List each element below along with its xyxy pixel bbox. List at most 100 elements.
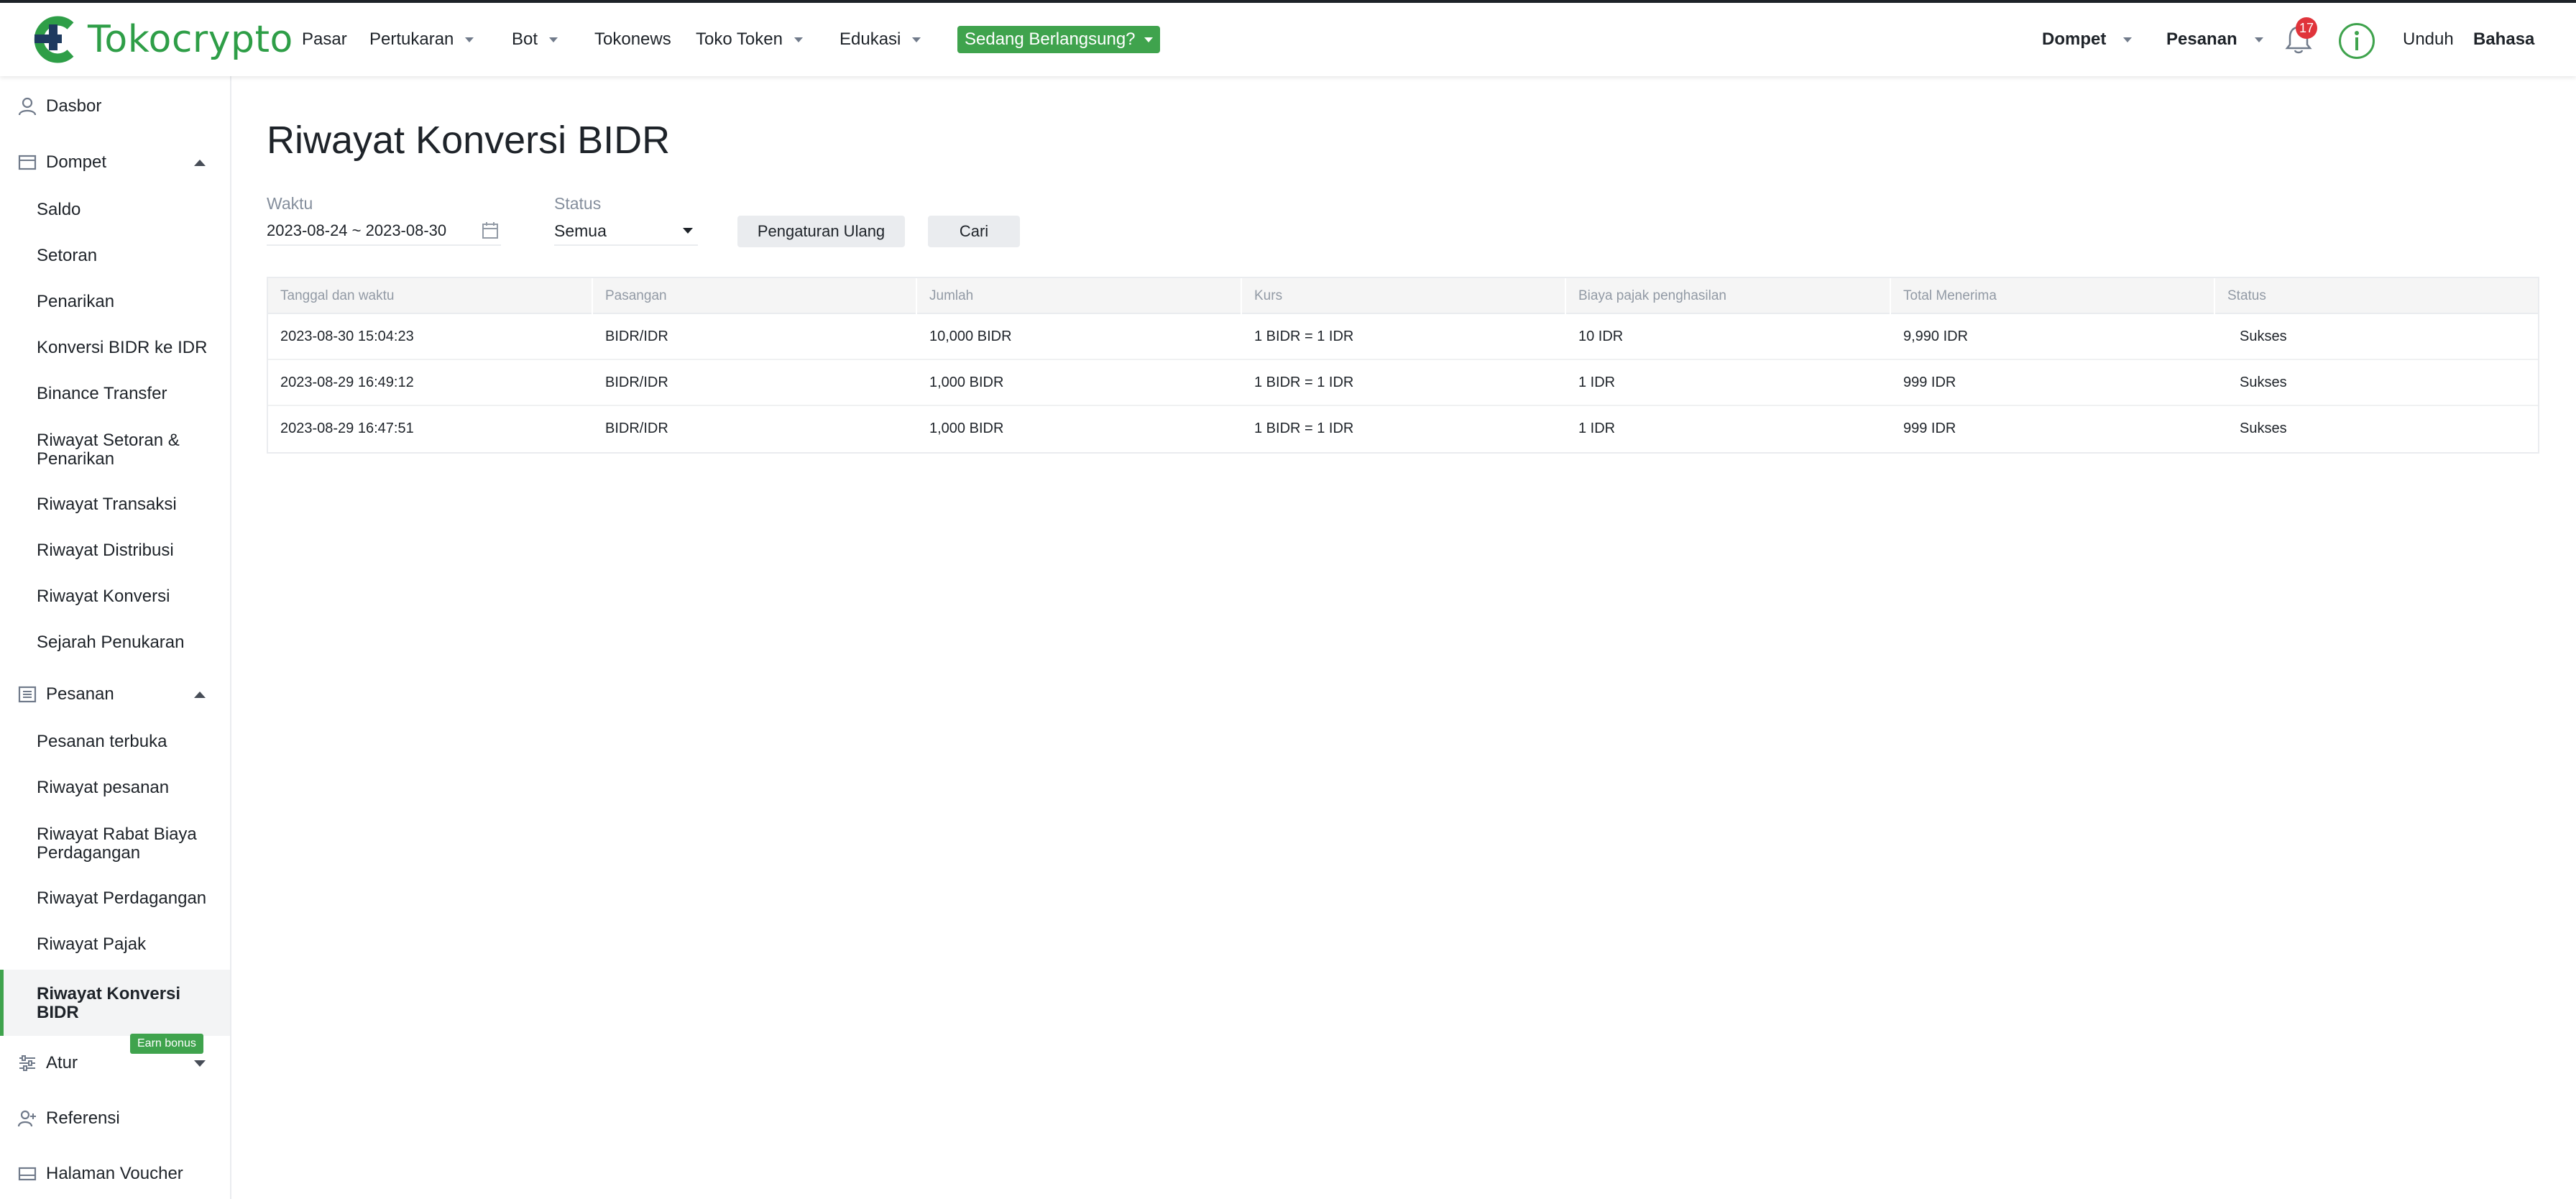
caret-down-icon [2254, 37, 2263, 42]
live-event-button[interactable]: Sedang Berlangsung? [957, 26, 1160, 53]
nav-toko-token-label: Toko Token [696, 29, 783, 49]
sidebar-item-penarikan[interactable]: Penarikan [37, 293, 114, 311]
nav-orders[interactable]: Pesanan [2166, 3, 2263, 76]
sidebar-item-label: Halaman Voucher [46, 1164, 183, 1183]
download-link[interactable]: Unduh [2403, 3, 2454, 76]
caret-down-icon [794, 37, 803, 42]
sidebar-item-riwayat-konversi-bidr[interactable]: Riwayat Konversi BIDR [37, 985, 195, 1022]
sidebar-item-label: Referensi [46, 1108, 120, 1128]
nav-toko-token[interactable]: Toko Token [696, 3, 803, 76]
caret-down-icon [683, 228, 693, 234]
cell-rate: 1 BIDR = 1 IDR [1254, 328, 1354, 344]
status-filter-label: Status [554, 194, 602, 213]
calendar-icon[interactable] [482, 221, 499, 240]
cell-tax-fee: 1 IDR [1578, 420, 1616, 436]
sidebar-item-saldo[interactable]: Saldo [37, 201, 80, 219]
date-range-input[interactable]: 2023-08-24 ~ 2023-08-30 [267, 217, 501, 246]
nav-edukasi[interactable]: Edukasi [840, 3, 921, 76]
column-header-status: Status [2227, 288, 2266, 303]
time-filter-label: Waktu [267, 194, 313, 213]
table-row: 2023-08-30 15:04:23 BIDR/IDR 10,000 BIDR… [268, 314, 2538, 360]
chevron-up-icon [194, 692, 206, 698]
nav-pasar[interactable]: Pasar [302, 3, 347, 76]
sidebar-item-binance-transfer[interactable]: Binance Transfer [37, 385, 167, 403]
notification-count-badge: 17 [2296, 17, 2317, 39]
sidebar-item-pesanan-terbuka[interactable]: Pesanan terbuka [37, 732, 167, 751]
sidebar-item-riwayat-transaksi[interactable]: Riwayat Transaksi [37, 495, 177, 514]
sidebar-group-label: Pesanan [46, 684, 114, 704]
column-header-amount: Jumlah [917, 278, 1242, 314]
user-icon [18, 97, 37, 116]
sidebar-group-label: Atur [46, 1053, 78, 1072]
table-header: Tanggal dan waktu Pasangan Jumlah Kurs B… [268, 278, 2538, 314]
nav-wallet-label: Dompet [2042, 29, 2107, 49]
live-event-label: Sedang Berlangsung? [965, 29, 1136, 49]
nav-bot-label: Bot [512, 29, 538, 49]
sidebar-item-label: Dasbor [46, 96, 102, 116]
top-navbar: Tokocrypto Pasar Pertukaran Bot Tokonews… [0, 3, 2576, 76]
cell-datetime: 2023-08-29 16:49:12 [280, 374, 414, 390]
cell-total-received: 999 IDR [1903, 420, 1956, 436]
nav-edukasi-label: Edukasi [840, 29, 901, 49]
column-header-total-received: Total Menerima [1891, 278, 2215, 314]
nav-tokonews[interactable]: Tokonews [594, 3, 671, 76]
user-avatar[interactable] [2339, 23, 2375, 59]
cell-tax-fee: 1 IDR [1578, 374, 1616, 390]
column-header-datetime: Tanggal dan waktu [268, 278, 593, 314]
sidebar-item-referral[interactable]: Referensi [0, 1103, 230, 1134]
conversion-history-table: Tanggal dan waktu Pasangan Jumlah Kurs B… [267, 277, 2539, 454]
sidebar-item-riwayat-perdagangan[interactable]: Riwayat Perdagangan [37, 889, 206, 908]
sidebar-item-setoran[interactable]: Setoran [37, 247, 97, 265]
status-select[interactable]: Semua [554, 217, 698, 246]
cell-pair: BIDR/IDR [605, 374, 668, 390]
sidebar-item-riwayat-rabat[interactable]: Riwayat Rabat Biaya Perdagangan [37, 825, 209, 863]
caret-down-icon [912, 37, 921, 42]
earn-bonus-badge: Earn bonus [130, 1034, 203, 1054]
sidebar-item-konversi-bidr-idr[interactable]: Konversi BIDR ke IDR [37, 339, 207, 357]
sidebar-item-dashboard[interactable]: Dasbor [0, 91, 230, 122]
sidebar-group-orders[interactable]: Pesanan [0, 679, 230, 710]
nav-pertukaran[interactable]: Pertukaran [369, 3, 474, 76]
date-range-value: 2023-08-24 ~ 2023-08-30 [267, 221, 447, 239]
chevron-down-icon [194, 1060, 206, 1067]
cell-pair: BIDR/IDR [605, 420, 668, 436]
page-title: Riwayat Konversi BIDR [267, 119, 671, 162]
column-header-rate: Kurs [1242, 278, 1566, 314]
sidebar-item-riwayat-konversi[interactable]: Riwayat Konversi [37, 587, 170, 606]
sidebar-item-riwayat-setoran-penarikan[interactable]: Riwayat Setoran & Penarikan [37, 431, 202, 469]
search-button[interactable]: Cari [928, 216, 1020, 247]
language-selector[interactable]: Bahasa [2473, 3, 2534, 76]
sidebar-item-riwayat-pesanan[interactable]: Riwayat pesanan [37, 778, 169, 797]
caret-down-icon [1144, 37, 1153, 42]
voucher-icon [18, 1167, 37, 1181]
cell-tax-fee: 10 IDR [1578, 328, 1624, 344]
brand-name: Tokocrypto [88, 18, 293, 61]
nav-tokonews-label: Tokonews [594, 29, 671, 49]
sidebar-item-riwayat-distribusi[interactable]: Riwayat Distribusi [37, 541, 174, 560]
language-label: Bahasa [2473, 29, 2535, 49]
logo[interactable]: Tokocrypto [33, 16, 293, 63]
cell-status: Sukses [2240, 420, 2287, 436]
tokocrypto-logo-icon [34, 16, 74, 63]
sidebar-item-voucher[interactable]: Halaman Voucher [0, 1158, 230, 1190]
cell-datetime: 2023-08-29 16:47:51 [280, 420, 414, 436]
reset-button[interactable]: Pengaturan Ulang [737, 216, 905, 247]
cell-pair: BIDR/IDR [605, 328, 668, 344]
cell-total-received: 999 IDR [1903, 374, 1956, 390]
caret-down-icon [549, 37, 558, 42]
sidebar-group-wallet[interactable]: Dompet [0, 147, 230, 178]
nav-bot[interactable]: Bot [512, 3, 558, 76]
add-user-icon [17, 1110, 36, 1127]
column-header-pair: Pasangan [593, 278, 917, 314]
cell-rate: 1 BIDR = 1 IDR [1254, 374, 1354, 390]
cell-datetime: 2023-08-30 15:04:23 [280, 328, 414, 344]
cell-rate: 1 BIDR = 1 IDR [1254, 420, 1354, 436]
status-select-value: Semua [554, 221, 607, 240]
nav-wallet[interactable]: Dompet [2042, 3, 2133, 76]
chevron-up-icon [194, 160, 206, 166]
sidebar-item-riwayat-pajak[interactable]: Riwayat Pajak [37, 935, 146, 954]
sidebar-item-sejarah-penukaran[interactable]: Sejarah Penukaran [37, 633, 184, 652]
caret-down-icon [2123, 37, 2133, 42]
user-info-icon [2355, 31, 2359, 50]
nav-pertukaran-label: Pertukaran [369, 29, 454, 49]
